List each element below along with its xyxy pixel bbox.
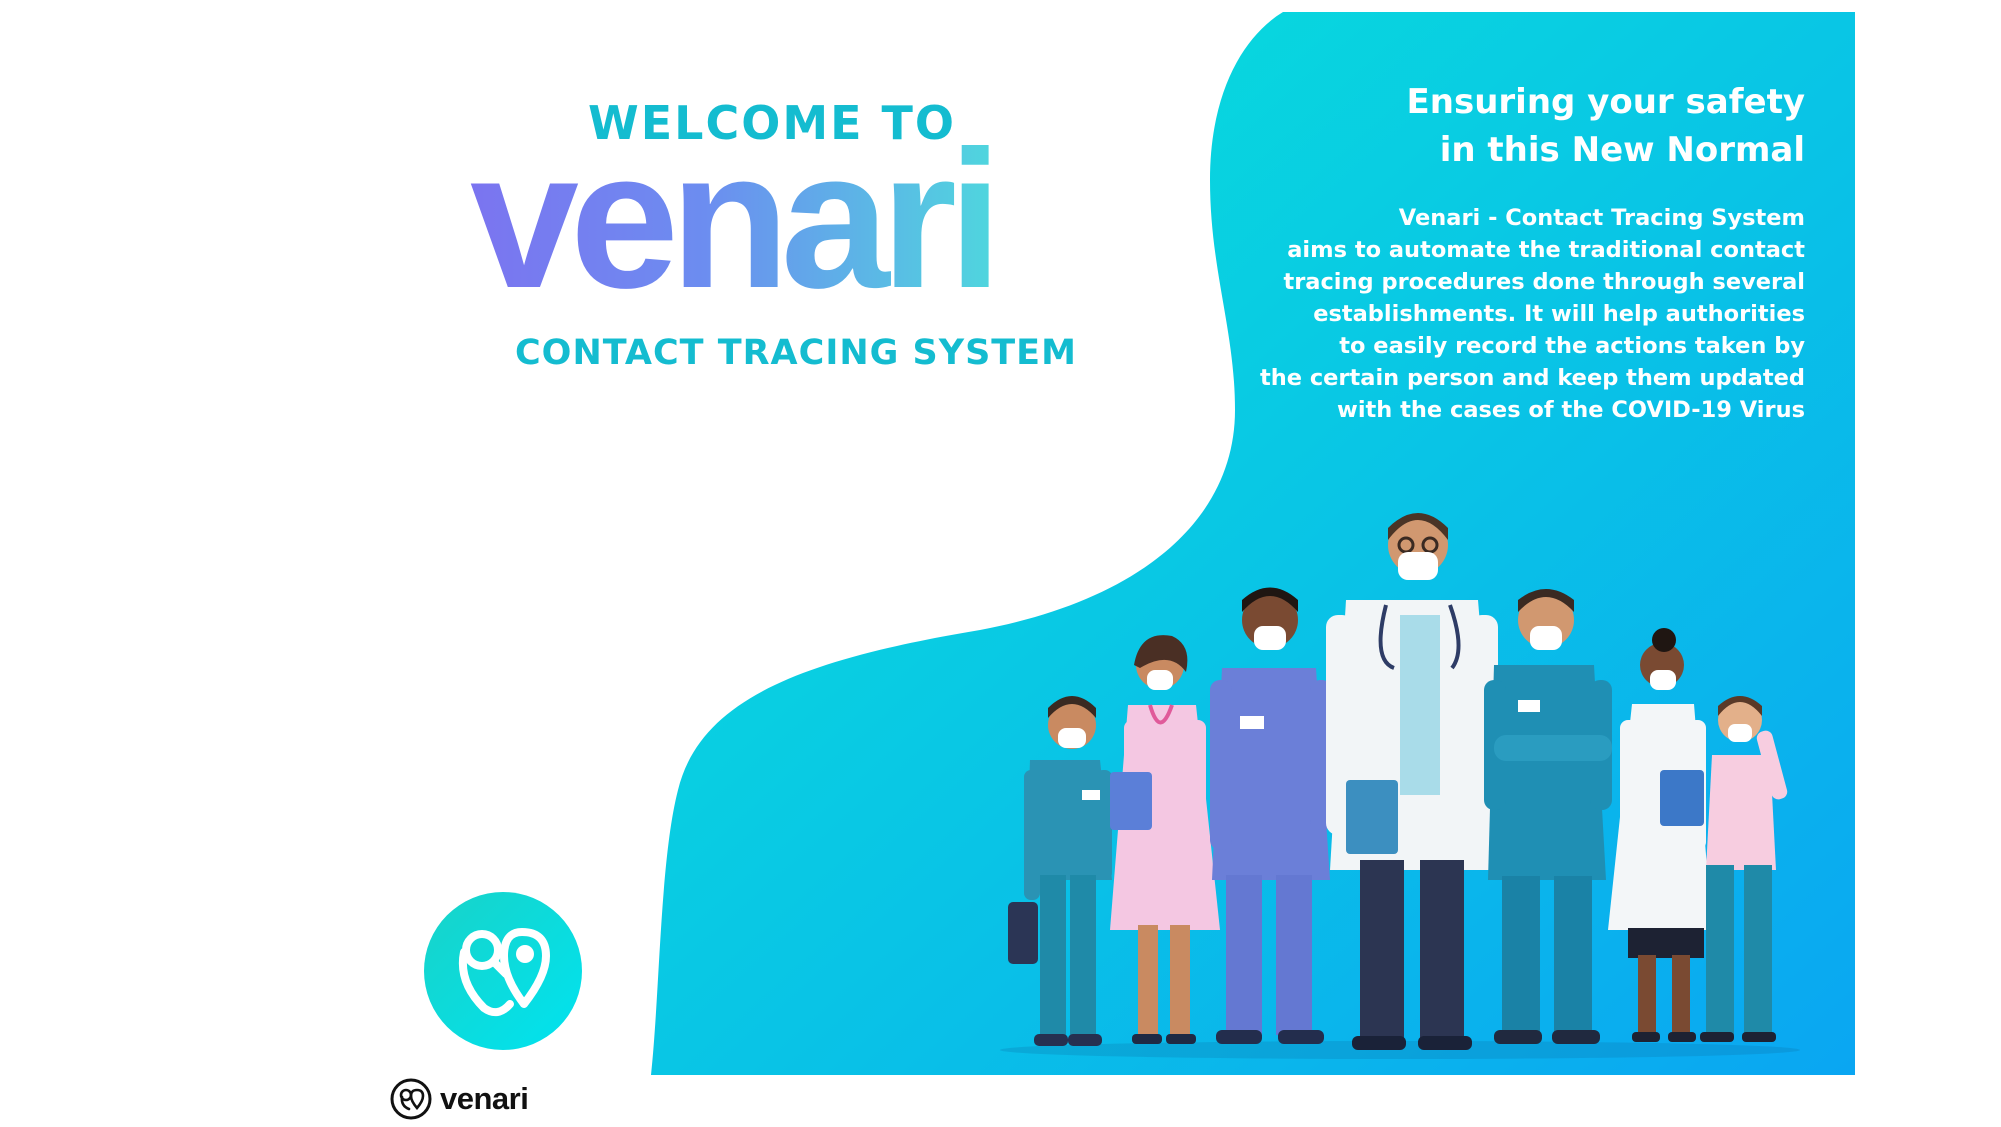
description-line: Venari - Contact Tracing System [1398,205,1805,231]
system-subtitle: CONTACT TRACING SYSTEM [515,333,1077,373]
description-line: with the cases of the COVID-19 Virus [1337,397,1805,423]
tagline-line: Ensuring your safety [1406,82,1805,122]
footer-logo: venari [390,1078,529,1120]
system-description: Venari - Contact Tracing System aims to … [1185,202,1805,426]
description-line: tracing procedures done through several [1283,269,1805,295]
tagline: Ensuring your safety in this New Normal [1205,78,1805,174]
description-line: to easily record the actions taken by [1339,333,1805,359]
welcome-slide: WELCOME TO venari CONTACT TRACING SYSTEM… [0,0,2001,1127]
venari-logo-icon [390,1078,432,1120]
brand-wordmark: venari [470,110,1002,329]
venari-app-icon [424,892,582,1050]
description-line: establishments. It will help authorities [1313,301,1805,327]
footer-brand-text: venari [440,1081,529,1116]
description-line: the certain person and keep them updated [1259,365,1805,391]
description-line: aims to automate the traditional contact [1287,237,1805,263]
tagline-line: in this New Normal [1439,130,1805,170]
